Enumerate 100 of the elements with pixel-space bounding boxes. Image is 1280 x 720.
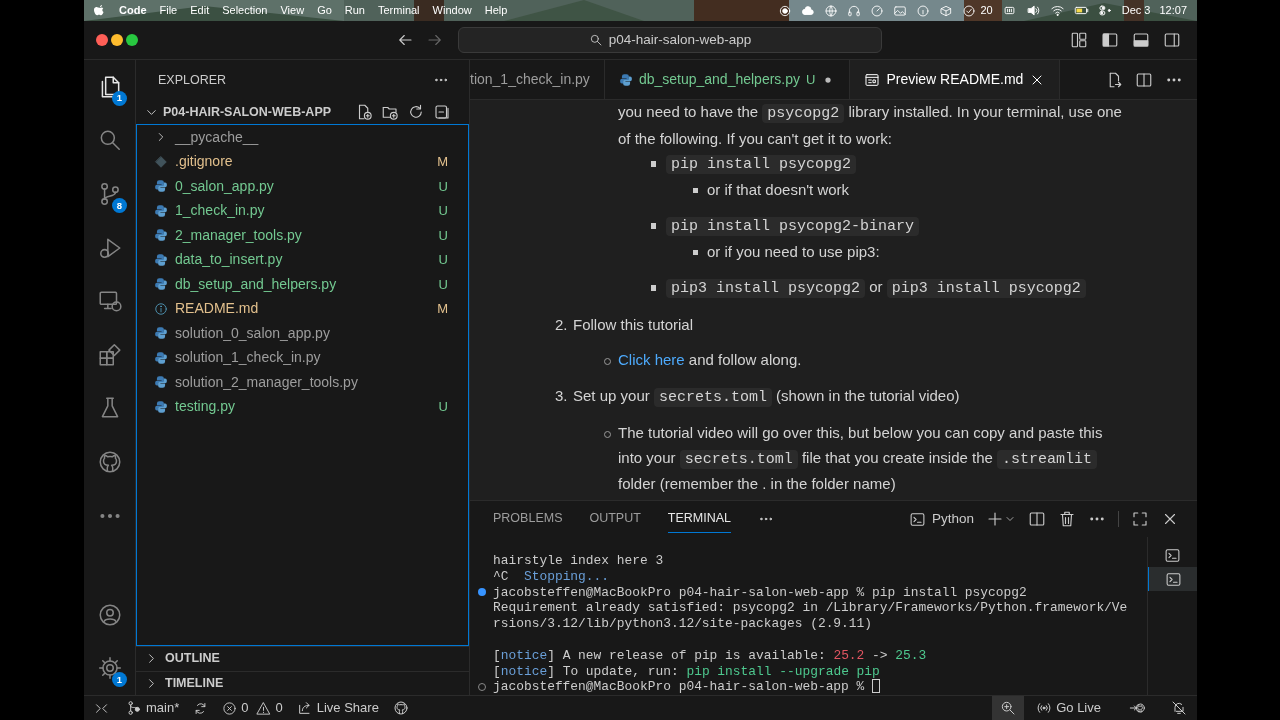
minimize-window-button[interactable] [111, 34, 123, 46]
menu-item[interactable]: Terminal [378, 2, 420, 19]
cat-icon[interactable] [392, 700, 409, 716]
file-tree-item[interactable]: data_to_insert.py U [137, 247, 468, 272]
panel-tab[interactable]: TERMINAL [667, 505, 732, 533]
terminal-line: [notice] To update, run: pip install --upgrade pip [493, 663, 880, 680]
menu-item[interactable]: Window [432, 2, 472, 19]
file-tree-item[interactable]: __pycache__ [137, 125, 468, 150]
link[interactable]: Click here [618, 351, 685, 368]
cloud-icon[interactable] [801, 3, 816, 18]
date-text[interactable]: Dec 3 [1121, 2, 1151, 19]
notification-badge: 1 [112, 672, 127, 688]
customize-layout-icon[interactable] [1070, 31, 1088, 49]
extensions-icon[interactable] [96, 341, 123, 368]
file-tree-item[interactable]: solution_0_salon_app.py [137, 321, 468, 346]
file-tree-item[interactable]: db_setup_and_helpers.py U [137, 272, 468, 297]
file-tree-item[interactable]: README.md M [137, 296, 468, 321]
terminal-line: rsions/3.12/lib/python3.12/site-packages (2.9.11) [493, 616, 873, 632]
menu-item[interactable]: View [280, 2, 305, 19]
split-terminal-icon[interactable] [1028, 510, 1046, 528]
split-editor-icon[interactable] [1135, 70, 1153, 89]
list-item-text: Click here and follow along. [618, 350, 803, 370]
menu-item[interactable]: Run [344, 2, 365, 19]
plus-icon[interactable] [986, 510, 1004, 528]
list-item-text: pip install psycopg2-binary [666, 213, 1125, 240]
terminal-icon[interactable] [1164, 570, 1182, 588]
section-header[interactable]: OUTLINE [136, 646, 469, 671]
diamond-icon [154, 154, 168, 169]
zoom-icon[interactable] [1000, 700, 1017, 716]
editor-tab[interactable]: tion_1_check_in.py [470, 60, 605, 99]
file-tree-item[interactable]: testing.py U [137, 394, 468, 419]
bullet-icon [692, 187, 698, 193]
file-tree-item[interactable]: 2_manager_tools.py U [137, 223, 468, 248]
menu-item[interactable]: Selection [222, 2, 268, 19]
file-tree-item[interactable]: solution_2_manager_tools.py [137, 370, 468, 395]
bullet-icon [692, 249, 698, 255]
app-menu[interactable]: Code [119, 2, 147, 19]
file-tree-item[interactable]: 1_check_in.py U [137, 198, 468, 223]
command-status-dot [477, 588, 486, 597]
secondary-sidebar-icon[interactable] [1163, 31, 1181, 49]
notification-badge: 1 [112, 91, 127, 106]
maximize-icon[interactable] [1131, 510, 1149, 528]
bell-off-icon[interactable] [1171, 700, 1187, 716]
headset-icon[interactable] [847, 3, 862, 18]
panel-tab[interactable]: OUTPUT [589, 505, 641, 533]
list-item-text: or if that doesn't work [707, 179, 851, 200]
bullet-icon [650, 223, 656, 229]
list-item-text: Follow this tutorial [573, 314, 695, 335]
command-search-field[interactable]: p04-hair-salon-web-app [458, 27, 882, 53]
search-icon [588, 33, 603, 47]
panel-toggle-icon[interactable] [1132, 31, 1150, 49]
problems-button[interactable]: 0 0 [215, 696, 290, 720]
list-number: 2. [555, 314, 568, 335]
file-type-icon [154, 277, 168, 292]
menu-item[interactable]: Go [317, 2, 332, 19]
file-tree-item[interactable]: .gitignore M [137, 149, 468, 174]
sync-icon[interactable] [193, 700, 209, 716]
file-tree-item[interactable]: 0_salon_app.py U [137, 174, 468, 199]
wifi-icon[interactable] [1049, 3, 1065, 18]
close-window-button[interactable] [96, 34, 108, 46]
branch-button[interactable]: main* [119, 696, 187, 720]
panel-tab[interactable]: PROBLEMS [493, 505, 563, 533]
live-share-button[interactable]: Live Share [289, 696, 386, 720]
file-tree-item[interactable]: solution_1_check_in.py [137, 345, 468, 370]
gauge-icon[interactable] [870, 3, 885, 18]
list-item-text: Set up your secrets.toml (shown in the tutorial video) [573, 385, 961, 409]
section-header[interactable]: TIMELINE [136, 670, 469, 695]
go-live-button[interactable]: Go Live [1024, 696, 1113, 720]
collapse-all-icon[interactable] [433, 103, 451, 121]
file-type-icon [618, 72, 633, 87]
menu-item[interactable]: Help [484, 2, 508, 19]
preview-icon [864, 71, 881, 88]
folder-header[interactable]: P04-HAIR-SALON-WEB-APP [136, 100, 469, 124]
list-number: 3. [555, 385, 568, 406]
bullet-icon [650, 161, 656, 167]
list-item-text: you need to have the psycopg2 library installed. In your terminal, use one of the following. If you can't get it to work: [618, 102, 1123, 149]
info-icon[interactable] [916, 3, 931, 18]
editor-tab[interactable]: Preview README.md [850, 60, 1061, 99]
list-item-text: or if you need to use pip3: [707, 241, 881, 262]
list-item-text: The tutorial video will go over this, but below you can copy and paste this into your secrets.toml file that you create inside the .streamlit folder (remember the . in the folder name) [618, 423, 1104, 494]
menu-item[interactable]: Edit [190, 2, 210, 19]
globe-icon[interactable] [824, 3, 839, 18]
list-item-text: pip3 install psycopg2 or pip3 install psycopg2 [666, 275, 1125, 302]
trash-icon[interactable] [1058, 510, 1076, 528]
refresh-icon[interactable] [407, 103, 425, 121]
menu-item[interactable]: File [159, 2, 178, 19]
bullet-icon [650, 285, 656, 291]
primary-sidebar-icon[interactable] [1101, 31, 1119, 49]
zoom-window-button[interactable] [126, 34, 138, 46]
settings-icon[interactable] [96, 655, 123, 682]
image-icon[interactable] [893, 3, 908, 18]
control-center-icon[interactable] [1097, 3, 1113, 18]
terminal-profile-button[interactable]: Python [908, 508, 974, 530]
clock-text[interactable]: 12:07 [1159, 2, 1187, 19]
warning-icon [256, 700, 272, 716]
terminal-icon[interactable] [1164, 546, 1181, 564]
record-icon[interactable] [778, 3, 793, 18]
box-icon[interactable] [939, 3, 954, 18]
apple-icon[interactable] [94, 3, 106, 18]
volume-icon[interactable] [1025, 3, 1041, 18]
